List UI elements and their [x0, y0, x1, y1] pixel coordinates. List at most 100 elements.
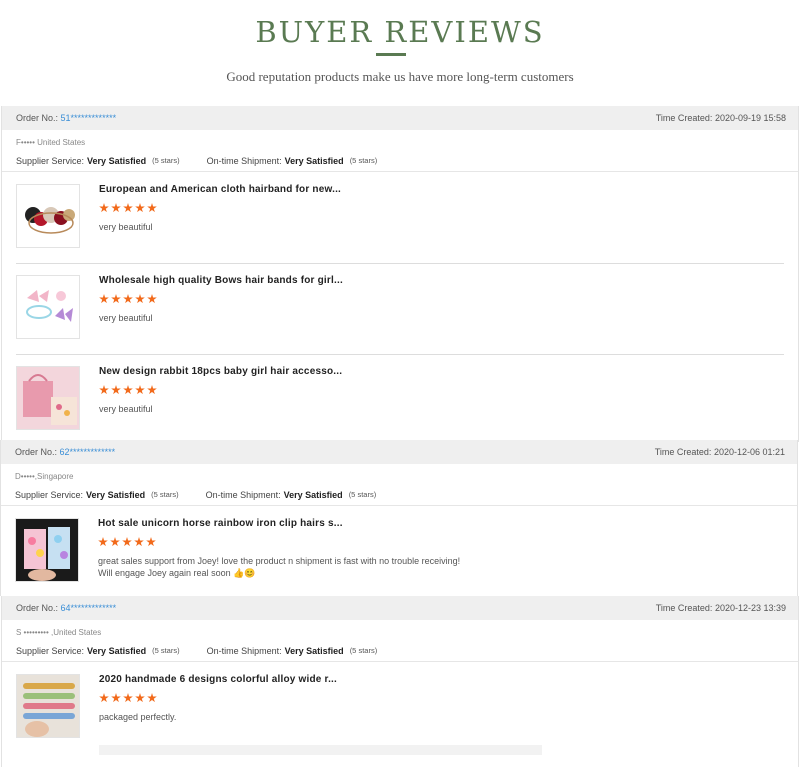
order-header: Order No.: 51************* Time Created:… — [2, 106, 798, 130]
star-icon — [135, 294, 145, 304]
buyer-info: S ••••••••• ,United States — [16, 628, 102, 637]
bow-hairband-image[interactable] — [16, 275, 80, 339]
supplier-service-stars: (5 stars) — [152, 646, 180, 655]
star-icon — [111, 693, 121, 703]
order-number: Order No.: 51************* — [16, 113, 116, 123]
supplier-service-value: Very Satisfied — [87, 155, 147, 166]
product-name[interactable]: Wholesale high quality Bows hair bands f… — [99, 275, 343, 286]
star-icon — [111, 294, 121, 304]
review-item: New design rabbit 18pcs baby girl hair a… — [2, 354, 798, 445]
hairband-icon — [25, 207, 75, 234]
product-name[interactable]: European and American cloth hairband for… — [99, 184, 341, 195]
star-icon — [110, 537, 120, 547]
time-created-label: Time Created: — [655, 603, 713, 613]
rating-stars — [99, 294, 157, 304]
star-icon — [123, 294, 133, 304]
product-name[interactable]: Hot sale unicorn horse rainbow iron clip… — [98, 518, 343, 529]
star-icon — [111, 385, 121, 395]
order-number-link[interactable]: 64************* — [61, 603, 117, 613]
buyer-info: F••••• United States — [16, 138, 86, 147]
review-item: 2020 handmade 6 designs colorful alloy w… — [2, 662, 798, 763]
star-icon — [135, 203, 145, 213]
star-icon — [147, 385, 157, 395]
time-created: Time Created: 2020-12-23 13:39 — [656, 603, 786, 613]
star-icon — [99, 385, 109, 395]
order-number-link[interactable]: 62************* — [60, 447, 116, 457]
review-item: Wholesale high quality Bows hair bands f… — [2, 263, 798, 354]
hair-clips-image[interactable] — [15, 518, 79, 582]
reply-box — [99, 745, 542, 755]
supplier-service-label: Supplier Service: — [16, 155, 85, 166]
ontime-shipment-stars: (5 stars) — [348, 490, 377, 499]
review-item: Hot sale unicorn horse rainbow iron clip… — [1, 506, 797, 592]
rating-stars — [99, 203, 157, 213]
time-created-value: 2020-09-19 15:58 — [714, 113, 786, 123]
order-number: Order No.: 64************* — [16, 603, 116, 613]
star-icon — [123, 203, 133, 213]
star-icon — [123, 385, 133, 395]
order-no-label: Order No.: — [16, 113, 59, 123]
star-icon — [135, 385, 145, 395]
supplier-service-label: Supplier Service: — [16, 645, 85, 656]
hair-clips-icon — [16, 519, 78, 581]
star-icon — [111, 203, 121, 213]
review-comment: very beautiful — [99, 313, 153, 323]
ontime-shipment-label: On-time Shipment: — [206, 155, 282, 166]
star-icon — [123, 693, 133, 703]
review-comment: very beautiful — [99, 404, 153, 414]
supplier-service-label: Supplier Service: — [15, 489, 84, 500]
gift-box-icon — [17, 367, 79, 429]
service-ratings: Supplier Service: Very Satisfied (5 star… — [2, 640, 798, 662]
service-ratings: Supplier Service: Very Satisfied (5 star… — [2, 150, 798, 172]
star-icon — [99, 294, 109, 304]
rating-stars — [98, 537, 156, 547]
supplier-service-value: Very Satisfied — [87, 645, 147, 656]
buyer-info: D•••••,Singapore — [15, 472, 74, 481]
bow-hairband-icon — [26, 290, 73, 322]
order-card: Order No.: 64************* Time Created:… — [1, 596, 799, 767]
order-no-label: Order No.: — [15, 447, 58, 457]
time-created-label: Time Created: — [655, 113, 713, 123]
order-card: Order No.: 62************* Time Created:… — [0, 440, 798, 596]
time-created-label: Time Created: — [654, 447, 712, 457]
page-title: BUYER REVIEWS — [255, 15, 545, 49]
order-card: Order No.: 51************* Time Created:… — [1, 106, 799, 442]
supplier-service-stars: (5 stars) — [151, 490, 179, 499]
ontime-shipment-value: Very Satisfied — [283, 489, 343, 500]
review-comment: very beautiful — [99, 222, 153, 232]
service-ratings: Supplier Service: Very Satisfied (5 star… — [1, 484, 797, 506]
star-icon — [147, 693, 157, 703]
ontime-shipment-value: Very Satisfied — [284, 645, 344, 656]
rating-stars — [99, 385, 157, 395]
ontime-shipment-label: On-time Shipment: — [206, 645, 282, 656]
review-comment-line: Will engage Joey again real soon 👍😊 — [98, 568, 256, 578]
star-icon — [99, 693, 109, 703]
reviews-header: BUYER REVIEWS Good reputation products m… — [0, 0, 800, 106]
ontime-shipment-stars: (5 stars) — [349, 156, 378, 165]
alloy-hairpins-icon — [17, 675, 79, 737]
star-icon — [147, 203, 157, 213]
alloy-hairpins-image[interactable] — [16, 674, 80, 738]
star-icon — [146, 537, 156, 547]
time-created: Time Created: 2020-09-19 15:58 — [656, 113, 786, 123]
order-number: Order No.: 62************* — [15, 447, 115, 457]
star-icon — [135, 693, 145, 703]
supplier-service-value: Very Satisfied — [86, 489, 146, 500]
review-comment: packaged perfectly. — [99, 712, 177, 722]
review-item: European and American cloth hairband for… — [2, 172, 798, 263]
ontime-shipment-value: Very Satisfied — [284, 155, 344, 166]
hairband-image[interactable] — [16, 184, 80, 248]
ontime-shipment-label: On-time Shipment: — [205, 489, 281, 500]
star-icon — [147, 294, 157, 304]
review-comment-line: great sales support from Joey! love the … — [98, 556, 461, 566]
order-number-link[interactable]: 51************* — [61, 113, 117, 123]
star-icon — [98, 537, 108, 547]
ontime-shipment-stars: (5 stars) — [349, 646, 378, 655]
product-name[interactable]: New design rabbit 18pcs baby girl hair a… — [99, 366, 342, 377]
product-name[interactable]: 2020 handmade 6 designs colorful alloy w… — [99, 674, 337, 685]
title-divider — [376, 53, 406, 56]
star-icon — [99, 203, 109, 213]
time-created-value: 2020-12-23 13:39 — [714, 603, 786, 613]
gift-box-image[interactable] — [16, 366, 80, 430]
star-icon — [134, 537, 144, 547]
